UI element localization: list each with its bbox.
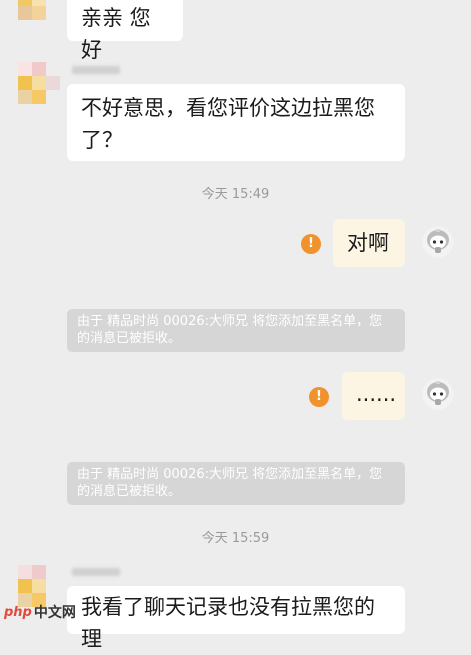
- message-text: 我看了聊天记录也没有拉黑您的理: [81, 595, 375, 651]
- timestamp: 今天 15:59: [201, 531, 270, 546]
- message-text: 亲亲 您好: [81, 6, 151, 62]
- watermark: php 中文网: [4, 602, 76, 622]
- message-text: ......: [356, 382, 397, 406]
- avatar-seller-top[interactable]: [18, 0, 60, 20]
- send-failed-icon[interactable]: !: [309, 387, 329, 407]
- blocked-notice: 由于 精品时尚 00026:大师兄 将您添加至黑名单，您的消息已被拒收。: [67, 309, 405, 352]
- watermark-site: 中文网: [33, 605, 76, 621]
- send-failed-icon[interactable]: !: [301, 234, 321, 254]
- robot-avatar-icon: [423, 379, 453, 409]
- watermark-php: php: [4, 604, 32, 620]
- timestamp: 今天 15:49: [201, 187, 270, 202]
- avatar-user[interactable]: [422, 378, 454, 410]
- seller-name: [72, 66, 120, 74]
- avatar-seller[interactable]: [18, 565, 60, 607]
- message-text: 不好意思，看您评价这边拉黑您了？: [81, 96, 375, 152]
- avatar-user[interactable]: [422, 226, 454, 258]
- blocked-notice: 由于 精品时尚 00026:大师兄 将您添加至黑名单，您的消息已被拒收。: [67, 462, 405, 505]
- message-reply-yes: 对啊: [333, 219, 405, 267]
- message-reply-dots: ......: [342, 372, 405, 420]
- robot-avatar-icon: [423, 227, 453, 257]
- avatar-seller[interactable]: [18, 62, 60, 104]
- seller-name: [72, 568, 120, 576]
- notice-text: 由于 精品时尚 00026:大师兄 将您添加至黑名单，您的消息已被拒收。: [77, 314, 383, 346]
- notice-text: 由于 精品时尚 00026:大师兄 将您添加至黑名单，您的消息已被拒收。: [77, 467, 383, 499]
- message-last: 我看了聊天记录也没有拉黑您的理: [67, 586, 405, 651]
- message-apology: 不好意思，看您评价这边拉黑您了？: [67, 84, 405, 161]
- message-text: 对啊: [347, 231, 389, 255]
- message-greeting: 亲亲 您好: [67, 0, 183, 62]
